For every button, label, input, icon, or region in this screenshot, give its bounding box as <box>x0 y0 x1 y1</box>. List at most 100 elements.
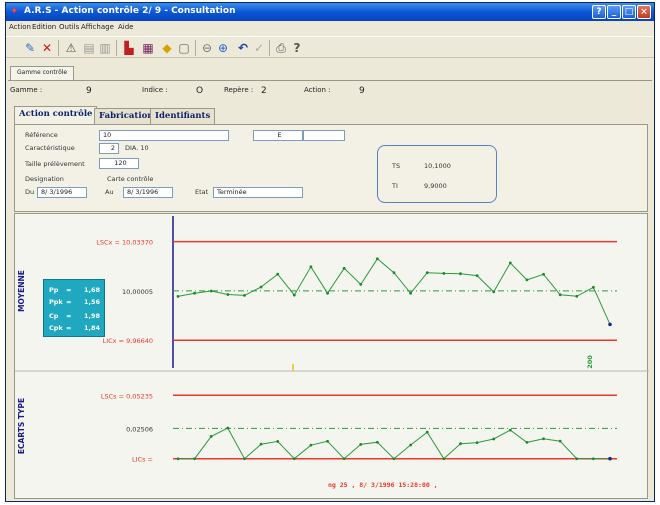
cpk-eq: = <box>66 324 72 332</box>
data-point <box>591 285 595 289</box>
menu-edition[interactable]: Edition <box>32 23 56 31</box>
menu-outils[interactable]: Outils <box>59 23 79 31</box>
search-icon[interactable]: ⊕ <box>215 40 231 56</box>
toolbar-separator <box>116 40 117 56</box>
data-point <box>542 272 545 276</box>
designation-value: Carte contrôle <box>107 175 154 183</box>
data-point <box>209 289 213 293</box>
data-point <box>558 439 562 443</box>
print-icon[interactable]: ⎙ <box>273 40 289 56</box>
x-marker-label: 200 <box>586 355 594 369</box>
data-point <box>558 293 562 297</box>
reference-extra-field[interactable]: E <box>253 130 303 141</box>
data-point <box>276 272 280 276</box>
data-point <box>176 457 180 461</box>
data-point <box>492 437 496 441</box>
ts-value: 10,1000 <box>424 162 451 170</box>
lcl-label: LICs = <box>132 456 153 464</box>
doc-icon[interactable]: ▤ <box>81 40 97 56</box>
au-date-field[interactable]: 8/ 3/1996 <box>123 187 173 198</box>
cp-eq: = <box>66 312 72 320</box>
data-point <box>342 457 346 461</box>
ppk-eq: = <box>66 298 72 306</box>
data-point <box>575 294 579 298</box>
data-point <box>525 440 529 444</box>
data-point <box>375 440 379 444</box>
check-icon[interactable]: ✓ <box>251 40 267 56</box>
reference-field[interactable]: 10 <box>99 130 229 141</box>
caracteristique-number-field[interactable]: 2 <box>99 143 119 154</box>
window-title: A.R.S - Action contrôle 2/ 9 - Consultat… <box>24 6 236 16</box>
etat-field[interactable]: Terminée <box>213 187 303 198</box>
doc2-icon[interactable]: ▥ <box>97 40 113 56</box>
tab-gamme-controle[interactable]: Gamme contrôle <box>10 66 75 80</box>
minimize-button[interactable]: _ <box>607 5 621 19</box>
action-label: Action : <box>304 86 331 94</box>
du-label: Du <box>25 188 35 196</box>
y-axis-label: MOYENNE <box>17 270 26 312</box>
reference-extra-field-2[interactable] <box>303 130 345 141</box>
data-point <box>226 426 230 430</box>
chart-footer: ng 25 , 8/ 3/1996 15:28:00 , <box>328 481 438 489</box>
ppk-label: Ppk <box>49 298 63 306</box>
menu-action[interactable]: Action <box>9 23 31 31</box>
file-icon[interactable]: ▢ <box>176 40 192 56</box>
menu-aide[interactable]: Aide <box>118 23 133 31</box>
help-icon[interactable]: ? <box>289 40 305 56</box>
data-point <box>425 430 429 434</box>
pp-eq: = <box>66 286 72 294</box>
maximize-button[interactable]: □ <box>622 5 636 19</box>
data-point <box>359 283 363 286</box>
chart-bar-icon[interactable]: ▙ <box>121 40 137 56</box>
center-label: 0,02506 <box>126 425 153 433</box>
data-point <box>209 435 213 438</box>
tab-action-controle[interactable]: Action contrôle <box>14 106 98 124</box>
taille-field[interactable]: 120 <box>99 158 139 169</box>
title-bar: ✦ A.R.S - Action contrôle 2/ 9 - Consult… <box>6 3 654 21</box>
help-button[interactable]: ? <box>592 5 606 19</box>
au-label: Au <box>105 188 114 196</box>
edit-icon[interactable]: ✎ <box>22 40 38 56</box>
gamme-label: Gamme : <box>10 86 43 94</box>
diamond-icon[interactable]: ◆ <box>159 40 175 56</box>
toolbar-separator <box>195 40 196 56</box>
taille-label: Taille prélèvement <box>25 160 85 168</box>
center-label: 10,00005 <box>122 288 153 296</box>
data-point <box>342 266 346 270</box>
ppk-value: 1,56 <box>84 298 101 306</box>
y-axis-label: ECARTS TYPE <box>17 398 26 454</box>
warning-icon[interactable]: ⚠ <box>63 40 79 56</box>
data-point <box>309 265 313 269</box>
etat-label: Etat <box>195 188 209 196</box>
data-point <box>442 457 446 461</box>
menu-bar: Action Edition Outils Affichage Aide <box>6 22 654 34</box>
menu-affichage[interactable]: Affichage <box>81 23 114 31</box>
data-point <box>475 274 479 278</box>
data-point <box>176 295 180 298</box>
ucl-label: LSCx = 10,03370 <box>96 239 153 247</box>
cp-label: Cp <box>49 312 59 320</box>
zoom-icon[interactable]: ⊖ <box>199 40 215 56</box>
du-date-field[interactable]: 8/ 3/1996 <box>37 187 87 198</box>
data-point <box>608 322 612 327</box>
ti-value: 9,9000 <box>424 182 447 190</box>
control-chart[interactable]: LSCx = 10,03370 10,00005 LICx = 9,96640 MOY… <box>15 214 649 500</box>
data-point <box>292 457 296 461</box>
data-point <box>475 441 479 445</box>
data-point <box>375 257 379 261</box>
data-point <box>575 457 579 461</box>
series-line <box>177 258 611 325</box>
app-window: ✦ A.R.S - Action contrôle 2/ 9 - Consult… <box>5 2 655 502</box>
cp-value: 1,98 <box>84 312 101 320</box>
data-point <box>276 439 280 443</box>
toolbar-separator <box>58 40 59 56</box>
delete-icon[interactable]: ✕ <box>39 40 55 56</box>
tab-identifiants[interactable]: Identifiants <box>150 108 216 124</box>
tab-fabrication[interactable]: Fabrication <box>94 108 159 124</box>
data-point <box>193 457 197 461</box>
data-point <box>226 293 230 296</box>
close-button[interactable]: × <box>637 5 651 19</box>
undo-icon[interactable]: ↶ <box>235 40 251 56</box>
data-point <box>392 457 396 461</box>
histogram-icon[interactable]: ▦ <box>140 40 156 56</box>
